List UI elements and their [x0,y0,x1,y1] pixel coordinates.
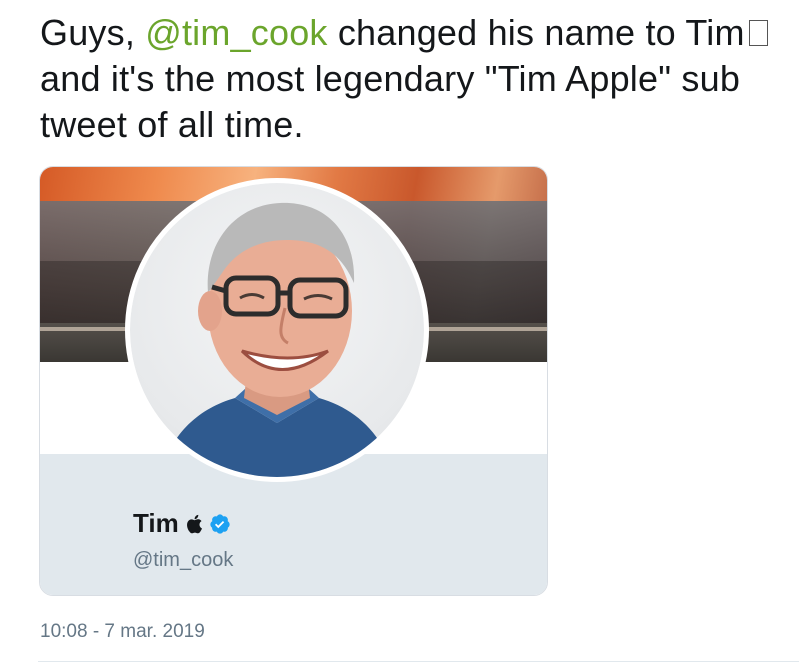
missing-glyph-icon [748,20,768,46]
tweet-text: Guys, @tim_cook changed his name to Tim a… [40,10,780,148]
verified-badge-icon [210,513,230,534]
avatar-portrait [160,202,394,477]
tweet-text-part-3: and it's the most legendary "Tim Apple" … [40,58,741,145]
mention-link[interactable]: @tim_cook [145,12,327,53]
avatar-photo [130,183,424,477]
tweet-text-part-2: changed his name to Tim [327,12,745,53]
avatar[interactable] [125,178,429,482]
display-name[interactable]: Tim [133,508,231,539]
profile-card[interactable]: Tim @tim_cook [39,166,548,596]
display-name-text: Tim [133,508,179,538]
divider [38,661,799,662]
apple-logo-icon [186,514,202,533]
tweet-timestamp[interactable]: 10:08 - 7 mar. 2019 [40,621,205,643]
profile-handle[interactable]: @tim_cook [133,549,233,572]
tweet-text-part-1: Guys, [40,12,146,53]
